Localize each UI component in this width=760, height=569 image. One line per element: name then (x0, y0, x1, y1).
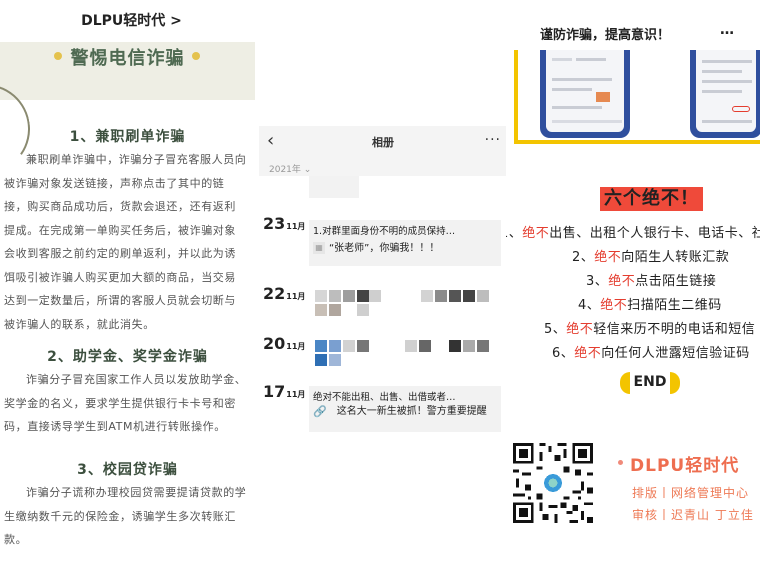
image-icon: ▦ (313, 242, 325, 254)
more-dots-icon[interactable]: ··· (485, 132, 501, 148)
rule-item: 5、绝不轻信来历不明的电话和短信 (544, 322, 756, 337)
credit-layout: 排版丨网络管理中心 (632, 486, 750, 500)
six-rules-title: 六个绝不！ (600, 187, 703, 211)
thumbnail[interactable] (309, 176, 359, 198)
date-label: 2011月 (263, 334, 306, 353)
section-body-3: 诈骗分子谎称办理校园贷需要提请贷款的学 生缴纳数千元的保险金，诱骗学生多次转账汇… (4, 481, 248, 552)
album-panel-middle: ‹ 相册 ··· 2021年 ⌄ 2311月 1.对群里面身份不明的成员保持… … (259, 126, 507, 569)
app-screenshot-frame (514, 50, 760, 144)
text-line: 接，购买商品成功后，货款会退还，还有返利 (4, 200, 236, 213)
text-line: 码，直接诱导学生到ATM机进行转账操作。 (4, 420, 226, 433)
entry-title: 1.对群里面身份不明的成员保持… (313, 226, 456, 237)
section-heading-2: 2、助学金、奖学金诈骗 (47, 349, 208, 365)
section-heading-1: 1、兼职刷单诈骗 (69, 129, 186, 145)
blurred-thumbnails[interactable] (309, 288, 501, 316)
banner-dot-right (192, 52, 200, 60)
entry-title: 绝对不能出租、出售、出借或者… (313, 392, 456, 403)
year-filter[interactable]: 2021年 ⌄ (269, 162, 311, 175)
text-line: 诈骗分子谎称办理校园贷需要提请贷款的学 (26, 486, 247, 499)
text-line: 饵吸引被诈骗人购买更加大额的商品，当交易 (4, 270, 236, 284)
blurred-thumbnails[interactable] (309, 338, 501, 366)
text-line: 奖学金的名义，要求学生提供银行卡卡号和密 (4, 396, 236, 410)
poster-panel-right: 谨防诈骗，提高意识！ … 六个绝不！ 、绝不出售、出租个人银行卡、电话卡、社 2… (506, 0, 760, 569)
account-header[interactable]: DLPU轻时代 > (0, 0, 255, 42)
end-badge: END (620, 372, 680, 394)
date-label: 2311月 (263, 214, 306, 233)
entry-subtitle: 🔗 这名大一新生被抓！警方重要提醒 (313, 405, 487, 418)
album-title: 相册 (372, 136, 394, 149)
more-icon[interactable]: … (720, 22, 734, 38)
qr-code-icon[interactable] (510, 440, 596, 526)
section-body-2: 诈骗分子冒充国家工作人员以发放助学金、 奖学金的名义，要求学生提供银行卡卡号和密… (4, 368, 248, 439)
phone-screenshot (540, 50, 630, 138)
article-panel-left: DLPU轻时代 > 警惕电信诈骗 1、兼职刷单诈骗 兼职刷单诈骗中，诈骗分子冒充… (0, 0, 255, 569)
text-line: 款。 (4, 533, 28, 546)
rule-item: 2、绝不向陌生人转账汇款 (572, 250, 730, 265)
text-line: 兼职刷单诈骗中，诈骗分子冒充客服人员向 (26, 153, 247, 166)
text-line: 诈骗分子冒充国家工作人员以发放助学金、 (26, 373, 247, 386)
text-line: 生缴纳数千元的保险金，诱骗学生多次转账汇 (4, 509, 236, 523)
date-label: 1711月 (263, 382, 306, 401)
album-header: ‹ 相册 ··· (259, 126, 507, 158)
album-entry-card[interactable]: 1.对群里面身份不明的成员保持… ▦ “张老师”，你骗我！！！ (309, 220, 501, 266)
rule-item: 4、绝不扫描陌生二维码 (578, 298, 722, 313)
date-label: 2211月 (263, 284, 306, 303)
album-list: 2311月 1.对群里面身份不明的成员保持… ▦ “张老师”，你骗我！！！ 221… (259, 176, 507, 569)
poster-footer: DLPU轻时代 排版丨网络管理中心 审核丨迟青山 丁立佳 (506, 418, 760, 569)
banner-title: 警惕电信诈骗 (70, 48, 185, 69)
credit-review: 审核丨迟青山 丁立佳 (632, 508, 754, 522)
brand-name: DLPU轻时代 (630, 456, 740, 476)
rule-item: 1、绝不出售、出租个人银行卡、电话卡、社 (506, 226, 760, 241)
rule-item: 3、绝不点击陌生链接 (586, 274, 717, 289)
album-entry-card[interactable]: 绝对不能出租、出售、出借或者… 🔗 这名大一新生被抓！警方重要提醒 (309, 386, 501, 432)
section-body-1: 兼职刷单诈骗中，诈骗分子冒充客服人员向 被诈骗对象发送链接，声称点击了其中的链 … (4, 148, 248, 336)
link-icon: 🔗 (313, 405, 327, 418)
phone-screenshot (690, 50, 760, 138)
entry-subtitle: ▦ “张老师”，你骗我！！！ (309, 237, 501, 256)
screenshot-collage: DLPU轻时代 > 警惕电信诈骗 1、兼职刷单诈骗 兼职刷单诈骗中，诈骗分子冒充… (0, 0, 760, 569)
text-line: 提成。在完成第一单购买任务后，被诈骗对象 (4, 223, 236, 237)
account-name[interactable]: DLPU轻时代 > (73, 13, 182, 29)
poster-title: 谨防诈骗，提高意识！ (540, 28, 671, 43)
rule-item: 6、绝不向任何人泄露短信验证码 (552, 346, 750, 361)
text-line: 被诈骗对象发送链接，声称点击了其中的链 (4, 176, 225, 190)
text-line: 被诈骗人的联系，就此消失。 (4, 317, 155, 331)
article-banner: 警惕电信诈骗 (0, 42, 255, 100)
poster-header: 谨防诈骗，提高意识！ … (506, 18, 760, 48)
text-line: 会收到客服之前约定的刷单返利，并以此为诱 (4, 247, 236, 260)
brand-dot (618, 460, 623, 465)
text-line: 达到一定数量后，所谓的客服人员就会切断与 (4, 294, 236, 307)
section-heading-3: 3、校园贷诈骗 (77, 462, 178, 478)
